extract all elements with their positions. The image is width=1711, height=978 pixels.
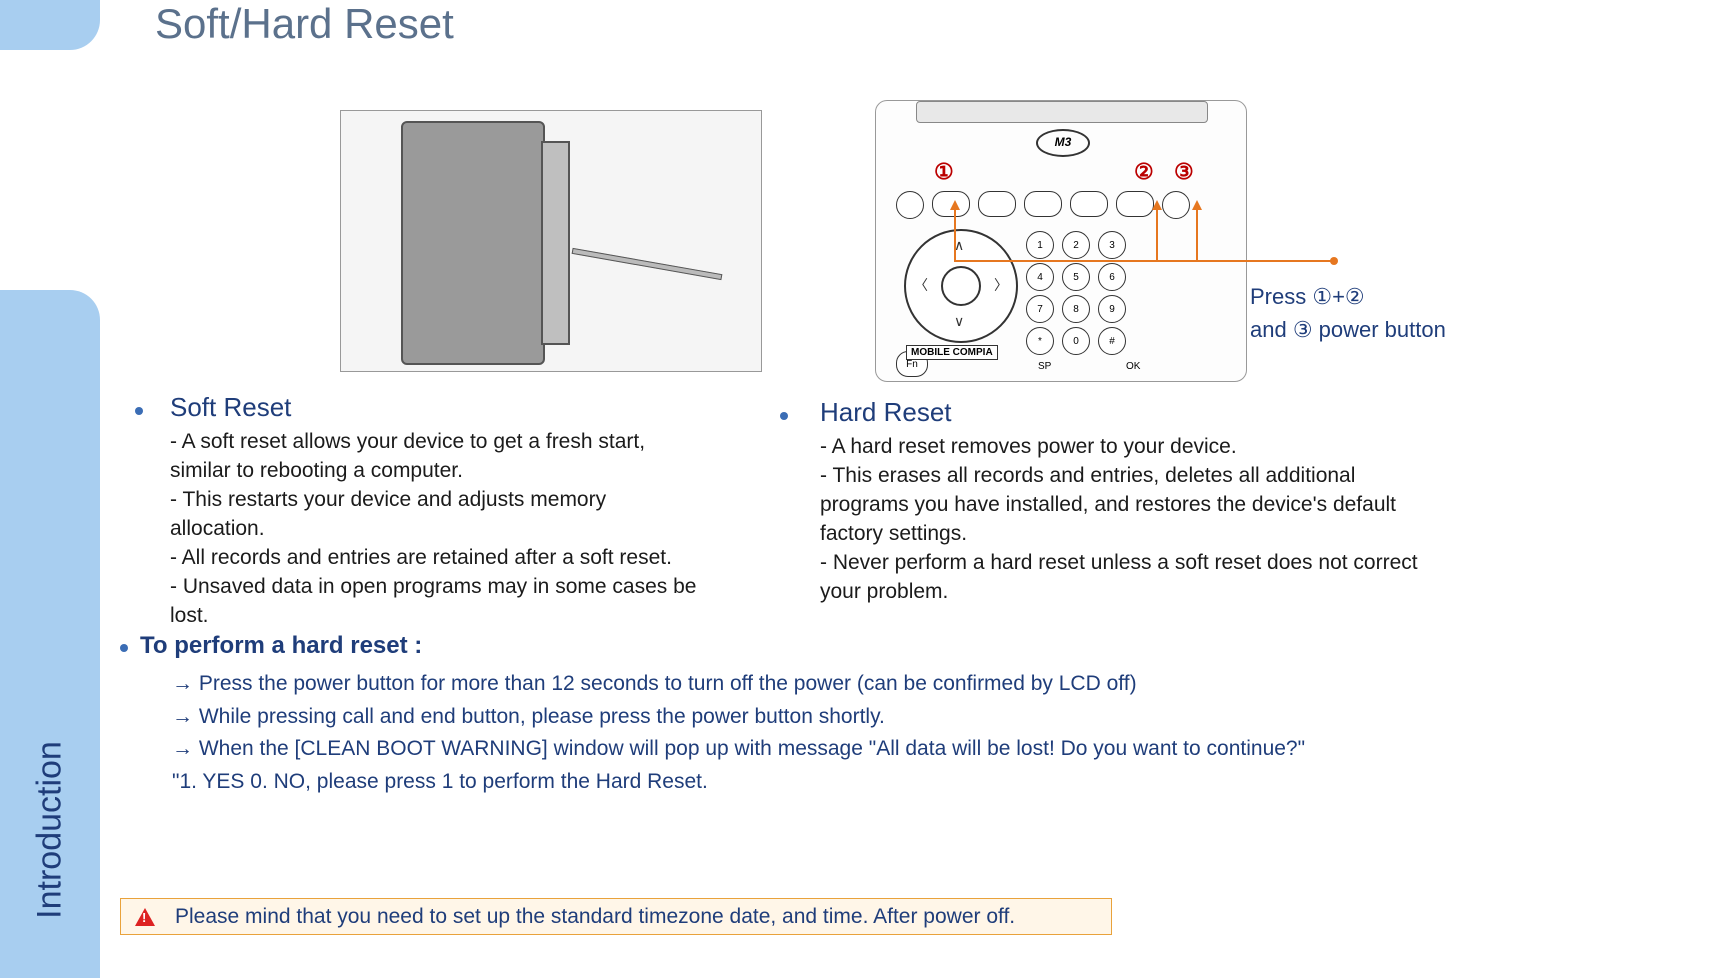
hard-reset-description: - A hard reset removes power to your dev…	[820, 433, 1500, 607]
soft-line: - A soft reset allows your device to get…	[170, 428, 730, 457]
num-key-icon: 8	[1062, 295, 1090, 323]
soft-line: similar to rebooting a computer.	[170, 457, 730, 486]
end-key-icon	[1116, 191, 1154, 217]
brand-label: MOBILE COMPIA	[906, 345, 998, 360]
warning-text: Please mind that you need to set up the …	[175, 905, 1015, 929]
soft-reset-description: - A soft reset allows your device to get…	[170, 428, 730, 631]
header-tab	[0, 0, 100, 50]
right-arrow-icon: 〉	[994, 275, 1008, 295]
device-keypad-figure: M3 ∧ ∨ 〈 〉 1 2 3 4	[875, 100, 1247, 382]
bullet-icon	[780, 412, 788, 420]
hard-line: - This erases all records and entries, d…	[820, 462, 1500, 491]
key-icon	[896, 191, 924, 219]
press-line2: and ③ power button	[1250, 317, 1446, 342]
soft-reset-heading: Soft Reset	[170, 392, 291, 423]
step-line: "1. YES 0. NO, please press 1 to perform…	[172, 766, 1452, 799]
hard-line: programs you have installed, and restore…	[820, 491, 1500, 520]
key-icon	[1070, 191, 1108, 217]
power-key-icon	[1162, 191, 1190, 219]
hard-line: - Never perform a hard reset unless a so…	[820, 549, 1500, 578]
step-line: → Press the power button for more than 1…	[172, 668, 1452, 701]
press-line1: Press ①+②	[1250, 284, 1365, 309]
callout-line	[954, 260, 1334, 262]
step-line: → When the [CLEAN BOOT WARNING] window w…	[172, 733, 1452, 766]
soft-line: - This restarts your device and adjusts …	[170, 486, 730, 515]
content-area: M3 ∧ ∨ 〈 〉 1 2 3 4	[110, 80, 1711, 978]
key-icon	[978, 191, 1016, 217]
step-line: → While pressing call and end button, pl…	[172, 701, 1452, 734]
num-key-icon: 0	[1062, 327, 1090, 355]
bullet-icon	[120, 644, 128, 652]
perform-steps: → Press the power button for more than 1…	[172, 668, 1452, 798]
marker-3: ③	[1174, 159, 1194, 185]
stylus-icon	[572, 248, 723, 280]
arrow-up-icon	[1152, 200, 1162, 210]
callout-line	[1196, 210, 1198, 260]
device-side-icon	[541, 141, 570, 345]
left-arrow-icon: 〈	[914, 275, 928, 295]
hard-reset-heading: Hard Reset	[820, 397, 952, 428]
num-key-icon: 7	[1026, 295, 1054, 323]
callout-line	[954, 210, 956, 260]
soft-line: allocation.	[170, 515, 730, 544]
ok-label: OK	[1126, 361, 1140, 372]
sidebar: Introduction 14	[0, 290, 100, 978]
num-key-icon: 4	[1026, 263, 1054, 291]
num-key-icon: 1	[1026, 231, 1054, 259]
perform-heading: To perform a hard reset :	[140, 632, 422, 660]
num-key-icon: *	[1026, 327, 1054, 355]
sp-label: SP	[1038, 361, 1051, 372]
arrow-up-icon	[950, 200, 960, 210]
warning-box: Please mind that you need to set up the …	[120, 898, 1112, 935]
num-key-icon: 3	[1098, 231, 1126, 259]
soft-line: - All records and entries are retained a…	[170, 544, 730, 573]
arrow-up-icon	[1192, 200, 1202, 210]
dpad-icon: ∧ ∨ 〈 〉	[904, 229, 1018, 343]
m3-logo-icon: M3	[1036, 129, 1090, 157]
num-key-icon: 6	[1098, 263, 1126, 291]
sidebar-label: Introduction	[31, 741, 70, 919]
device-side-figure	[340, 110, 762, 372]
hard-line: your problem.	[820, 578, 1500, 607]
key-icon	[1024, 191, 1062, 217]
num-key-icon: #	[1098, 327, 1126, 355]
soft-line: lost.	[170, 602, 730, 631]
device-body-icon	[401, 121, 545, 365]
hard-line: - A hard reset removes power to your dev…	[820, 433, 1500, 462]
marker-2: ②	[1134, 159, 1154, 185]
num-key-icon: 5	[1062, 263, 1090, 291]
bullet-icon	[135, 407, 143, 415]
marker-1: ①	[934, 159, 954, 185]
callout-dot-icon	[1330, 257, 1338, 265]
num-key-icon: 9	[1098, 295, 1126, 323]
down-arrow-icon: ∨	[954, 313, 964, 330]
device-top-icon	[916, 101, 1208, 123]
soft-line: - Unsaved data in open programs may in s…	[170, 573, 730, 602]
warning-icon	[135, 908, 155, 926]
num-key-icon: 2	[1062, 231, 1090, 259]
press-instruction: Press ①+② and ③ power button	[1250, 280, 1446, 346]
page-title: Soft/Hard Reset	[155, 0, 454, 48]
hard-line: factory settings.	[820, 520, 1500, 549]
callout-line	[1156, 210, 1158, 260]
